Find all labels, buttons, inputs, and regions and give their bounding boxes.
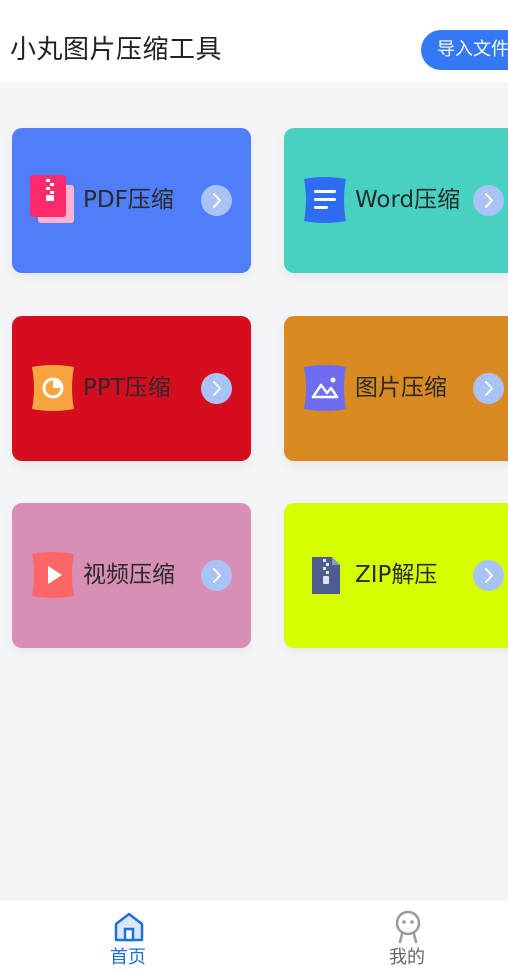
import-file-button[interactable]: 导入文件 <box>421 30 508 70</box>
tab-home[interactable]: 首页 <box>78 900 178 974</box>
image-icon <box>302 363 348 413</box>
app-header: 小丸图片压缩工具 导入文件 <box>0 0 508 82</box>
pie-chart-icon <box>30 363 76 413</box>
home-icon <box>113 910 145 944</box>
tab-profile[interactable]: 我的 <box>357 900 457 974</box>
card-label: PDF压缩 <box>83 187 174 213</box>
app-title: 小丸图片压缩工具 <box>10 35 223 65</box>
feature-grid: PDF压缩 Word压缩 PPT压缩 图片压缩 视频压缩 ZIP解压 <box>0 82 508 899</box>
bottom-tab-bar: 首页 我的 <box>0 899 508 974</box>
card-image-compress[interactable]: 图片压缩 <box>284 316 508 461</box>
card-label: 图片压缩 <box>355 375 447 401</box>
play-icon <box>30 550 76 600</box>
profile-icon <box>392 910 424 944</box>
card-label: 视频压缩 <box>83 562 175 588</box>
card-word-compress[interactable]: Word压缩 <box>284 128 508 273</box>
chevron-right-icon[interactable] <box>473 185 504 216</box>
card-label: Word压缩 <box>355 187 461 213</box>
chevron-right-icon[interactable] <box>201 560 232 591</box>
tab-label: 首页 <box>110 947 146 968</box>
zip-archive-icon <box>302 550 348 600</box>
chevron-right-icon[interactable] <box>201 185 232 216</box>
chevron-right-icon[interactable] <box>473 373 504 404</box>
card-video-compress[interactable]: 视频压缩 <box>12 503 251 648</box>
card-label: ZIP解压 <box>355 562 438 588</box>
card-zip-extract[interactable]: ZIP解压 <box>284 503 508 648</box>
chevron-right-icon[interactable] <box>473 560 504 591</box>
zip-file-icon <box>30 175 76 225</box>
card-ppt-compress[interactable]: PPT压缩 <box>12 316 251 461</box>
chevron-right-icon[interactable] <box>201 373 232 404</box>
card-label: PPT压缩 <box>83 375 171 401</box>
card-pdf-compress[interactable]: PDF压缩 <box>12 128 251 273</box>
document-icon <box>302 175 348 225</box>
tab-label: 我的 <box>389 947 425 968</box>
